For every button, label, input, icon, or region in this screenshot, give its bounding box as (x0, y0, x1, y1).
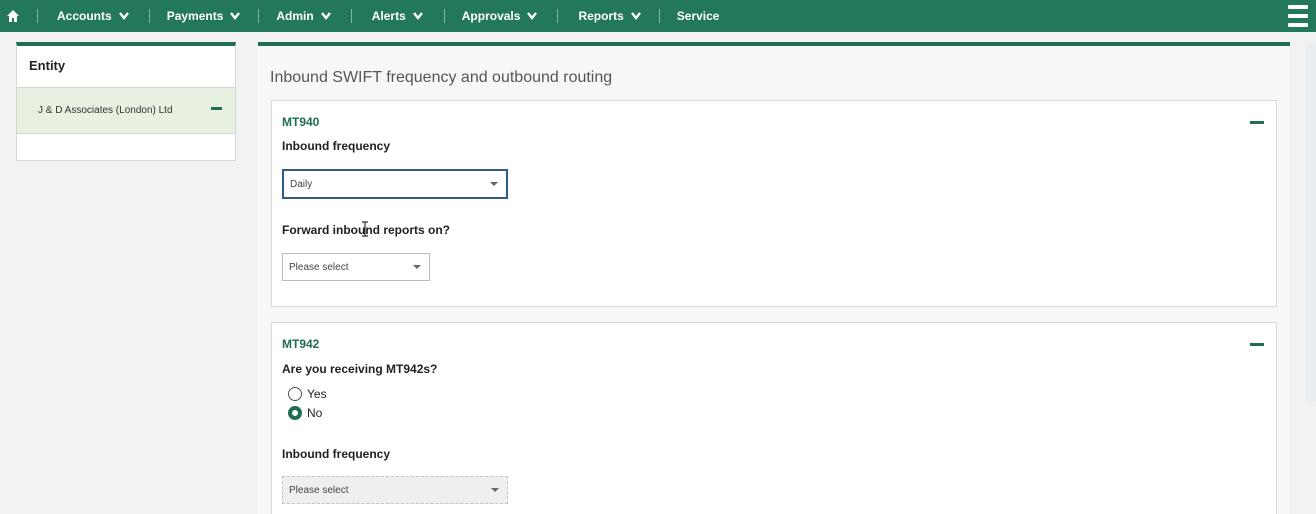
radio-yes[interactable]: Yes (288, 387, 327, 401)
scrollbar[interactable] (1306, 42, 1316, 402)
nav-accounts[interactable]: Accounts (57, 0, 129, 32)
nav-admin[interactable]: Admin (276, 0, 331, 32)
page-title: Inbound SWIFT frequency and outbound rou… (270, 69, 613, 86)
entity-item-selected[interactable]: J & D Associates (London) Ltd (17, 88, 235, 134)
text-cursor-icon (362, 221, 368, 237)
radio-yes-circle[interactable] (288, 387, 302, 401)
entity-panel: Entity J & D Associates (London) Ltd (16, 42, 236, 161)
nav-service[interactable]: Service (677, 0, 720, 32)
chevron-down-icon (412, 9, 423, 23)
home-icon[interactable] (2, 0, 24, 32)
caret-down-icon (413, 265, 421, 269)
receiving-mt942-label: Are you receiving MT942s? (282, 362, 438, 376)
chevron-down-icon (630, 9, 641, 23)
nav-approvals[interactable]: Approvals (462, 0, 538, 32)
entity-name: J & D Associates (London) Ltd (38, 105, 173, 116)
top-nav: Accounts Payments Admin Alerts Approvals… (0, 0, 1316, 32)
entity-heading: Entity (17, 46, 235, 88)
radio-no-circle[interactable] (288, 406, 302, 420)
mt942-title: MT942 (282, 337, 320, 351)
main-panel: Inbound SWIFT frequency and outbound rou… (258, 42, 1290, 514)
nav-alerts[interactable]: Alerts (372, 0, 423, 32)
mt942-inbound-frequency-select[interactable]: Please select (282, 476, 508, 504)
chevron-down-icon (118, 9, 129, 23)
radio-no[interactable]: No (288, 406, 322, 420)
mt942-section: MT942 Are you receiving MT942s? Yes No I… (271, 322, 1277, 514)
forward-reports-select[interactable]: Please select (282, 253, 430, 281)
mt940-section: MT940 Inbound frequency Daily Forward in… (271, 100, 1277, 307)
chevron-down-icon (320, 9, 331, 23)
caret-down-icon (490, 182, 498, 186)
chevron-down-icon (230, 9, 241, 23)
inbound-frequency-label: Inbound frequency (282, 139, 390, 153)
inbound-frequency-select[interactable]: Daily (282, 169, 508, 199)
collapse-icon[interactable] (1250, 343, 1264, 346)
chevron-down-icon (527, 9, 538, 23)
caret-down-icon (491, 488, 499, 492)
mt940-title: MT940 (282, 115, 320, 129)
menu-icon[interactable] (1288, 5, 1308, 27)
nav-payments[interactable]: Payments (167, 0, 241, 32)
mt942-inbound-frequency-label: Inbound frequency (282, 447, 390, 461)
collapse-icon[interactable] (1250, 121, 1264, 124)
nav-reports[interactable]: Reports (578, 0, 641, 32)
collapse-icon[interactable] (211, 107, 222, 110)
